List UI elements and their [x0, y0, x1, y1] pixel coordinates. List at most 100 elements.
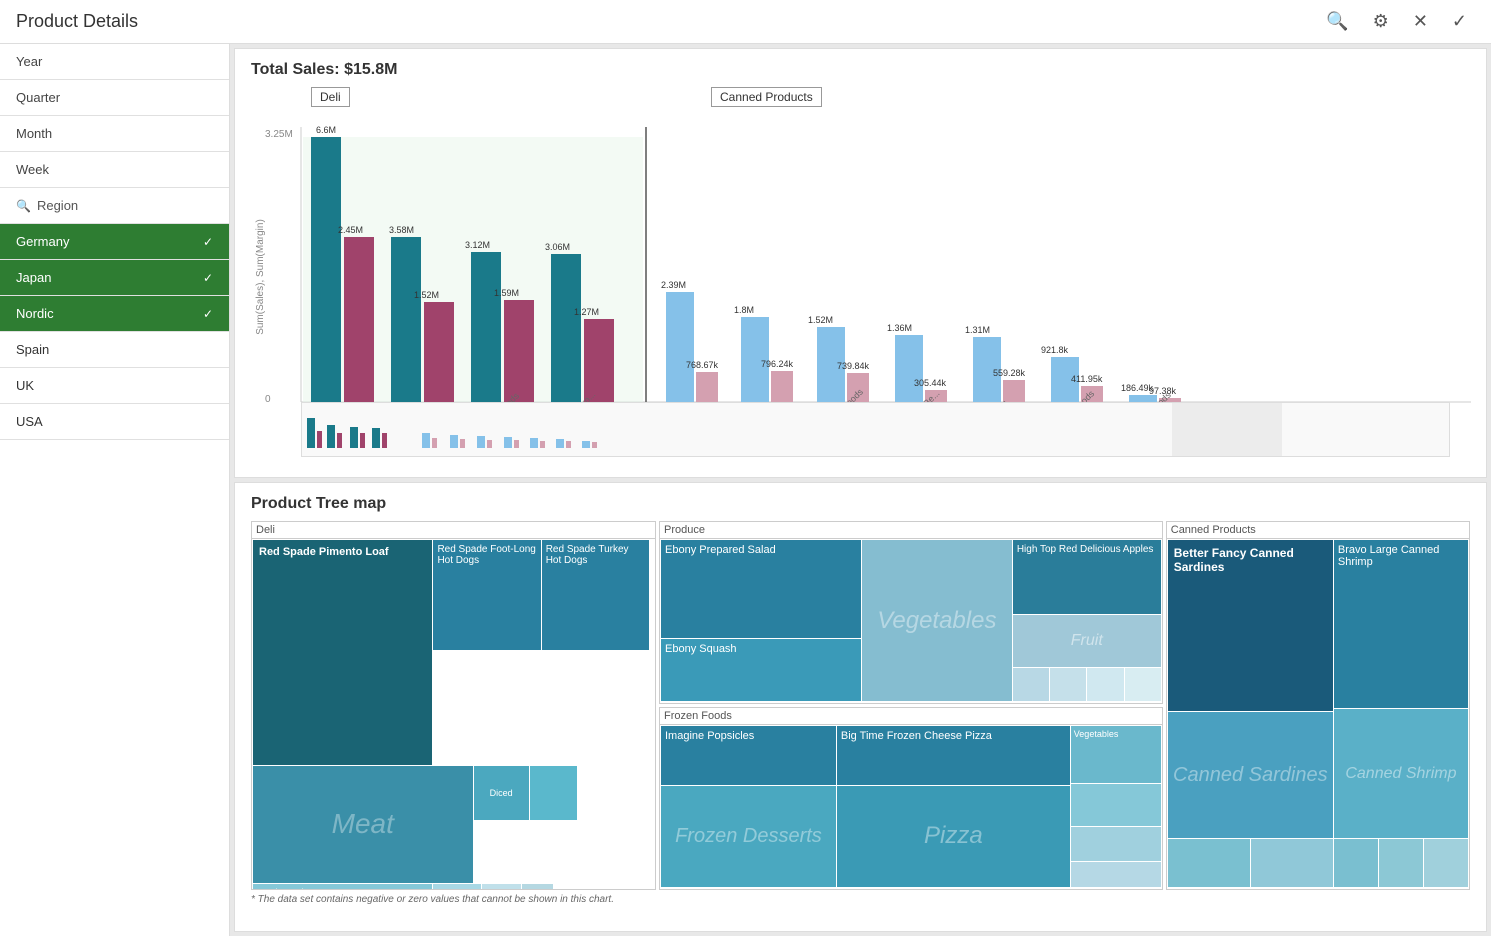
svg-text:305.44k: 305.44k — [914, 378, 947, 388]
filter-quarter[interactable]: Quarter — [0, 80, 229, 116]
page-title: Product Details — [16, 11, 138, 32]
svg-text:1.31M: 1.31M — [965, 325, 990, 335]
treemap-cell-shrimp[interactable]: Bravo Large Canned Shrimp — [1334, 540, 1468, 708]
settings-button[interactable]: ⚙ — [1365, 7, 1397, 36]
filter-week[interactable]: Week — [0, 152, 229, 188]
treemap-cell-cm1[interactable] — [1168, 839, 1250, 887]
treemap-cell-turkey[interactable]: Red Spade Turkey Hot Dogs — [542, 540, 649, 650]
region-uk[interactable]: UK — [0, 368, 229, 404]
bar-frozen-sales[interactable] — [471, 252, 501, 402]
treemap-cell-frozen-desserts[interactable]: Frozen Desserts — [661, 786, 836, 887]
bar-alcoholic-sales[interactable] — [895, 335, 923, 402]
close-button[interactable]: ✕ — [1405, 7, 1436, 36]
treemap-cell-mp1[interactable] — [1013, 668, 1049, 701]
treemap-cell-popsicles[interactable]: Imagine Popsicles — [661, 726, 836, 785]
svg-text:3.25M: 3.25M — [265, 129, 293, 140]
region-nordic-label: Nordic — [16, 306, 54, 321]
mini-chart-svg — [302, 403, 1449, 456]
treemap-cell-ebony-salad[interactable]: Ebony Prepared Salad — [661, 540, 861, 638]
treemap-produce-right: High Top Red Delicious Apples Fruit — [1013, 540, 1161, 701]
treemap-cell-mp4[interactable] — [1125, 668, 1161, 701]
treemap-cell-cr1[interactable] — [1334, 839, 1378, 887]
treemap-cell-footlong[interactable]: Red Spade Foot-Long Hot Dogs — [433, 540, 540, 650]
treemap-cell-mp3[interactable] — [1087, 668, 1123, 701]
treemap-frozen-inner: Imagine Popsicles Frozen Desserts Big Ti… — [660, 725, 1162, 888]
region-header: 🔍 Region — [0, 188, 229, 224]
region-nordic[interactable]: Nordic ✓ — [0, 296, 229, 332]
treemap-cell-hightop[interactable]: High Top Red Delicious Apples — [1013, 540, 1161, 614]
treemap-cell-pimento[interactable]: Red Spade Pimento Loaf — [253, 540, 432, 765]
region-uk-label: UK — [16, 378, 34, 393]
region-germany-label: Germany — [16, 234, 69, 249]
svg-text:3.06M: 3.06M — [545, 242, 570, 252]
mini-chart[interactable] — [301, 402, 1450, 457]
search-icon: 🔍 — [16, 199, 31, 213]
region-spain-label: Spain — [16, 342, 49, 357]
content: Total Sales: $15.8M Deli Canned Products… — [230, 44, 1491, 936]
treemap-cell-cm2[interactable] — [1251, 839, 1333, 887]
filter-month[interactable]: Month — [0, 116, 229, 152]
bar-produce-margin[interactable] — [424, 302, 454, 402]
treemap-cell-fruit[interactable]: Fruit — [1013, 615, 1161, 668]
region-japan[interactable]: Japan ✓ — [0, 260, 229, 296]
bar-dairy-sales[interactable] — [666, 292, 694, 402]
bar-produce-sales[interactable] — [391, 237, 421, 402]
treemap-cell-sm3[interactable] — [482, 884, 521, 890]
treemap-frozen-right: Big Time Frozen Cheese Pizza Pizza — [837, 726, 1070, 887]
treemap-deli-label: Deli — [252, 522, 655, 539]
treemap-cell-cr3[interactable] — [1424, 839, 1468, 887]
bar-frozen-margin[interactable] — [504, 300, 534, 402]
treemap-canned-inner: Better Fancy Canned Sardines Canned Sard… — [1167, 539, 1469, 888]
svg-text:2.39M: 2.39M — [661, 280, 686, 290]
treemap-cell-vegetables[interactable]: Vegetables — [862, 540, 1012, 701]
treemap-cell-fr2[interactable] — [1071, 827, 1161, 861]
svg-text:3.58M: 3.58M — [389, 225, 414, 235]
treemap-cell-canned-sardines[interactable]: Canned Sardines — [1168, 712, 1333, 839]
checkmark-nordic: ✓ — [203, 307, 213, 321]
svg-text:739.84k: 739.84k — [837, 361, 870, 371]
treemap-cell-sm2[interactable] — [433, 884, 480, 890]
region-germany[interactable]: Germany ✓ — [0, 224, 229, 260]
bar-baked-sales[interactable] — [1129, 395, 1157, 402]
treemap-cell-canned-shrimp[interactable]: Canned Shrimp — [1334, 709, 1468, 837]
treemap-canned-mini1 — [1168, 839, 1333, 887]
treemap-cell-small1[interactable] — [530, 766, 577, 821]
svg-text:6.6M: 6.6M — [316, 125, 336, 135]
treemap-canned-label: Canned Products — [1167, 522, 1469, 539]
bar-dairy-margin[interactable] — [696, 372, 718, 402]
treemap-cell-fr3[interactable] — [1071, 862, 1161, 887]
treemap-cell-pizza[interactable]: Pizza — [837, 786, 1070, 887]
filter-year[interactable]: Year — [0, 44, 229, 80]
svg-text:3.12M: 3.12M — [465, 240, 490, 250]
treemap-cell-sardines[interactable]: Better Fancy Canned Sardines — [1168, 540, 1333, 711]
treemap-cell-diced[interactable]: Diced — [474, 766, 529, 821]
treemap-cell-cheese-pizza[interactable]: Big Time Frozen Cheese Pizza — [837, 726, 1070, 785]
svg-text:1.27M: 1.27M — [574, 307, 599, 317]
region-label: Region — [37, 198, 78, 213]
sidebar: Year Quarter Month Week 🔍 Region Germany… — [0, 44, 230, 936]
treemap-cell-sm4[interactable] — [522, 884, 553, 890]
bar-canned-sales[interactable] — [551, 254, 581, 402]
svg-text:796.24k: 796.24k — [761, 359, 794, 369]
bar-deli-sales[interactable] — [311, 137, 341, 402]
treemap-cell-meat[interactable]: Meat — [253, 766, 473, 883]
treemap-deli-section: Deli Red Spade Pimento Loaf Red Spade Fo… — [251, 521, 656, 890]
treemap-cell-fr1[interactable] — [1071, 784, 1161, 826]
treemap-canned-right: Bravo Large Canned Shrimp Canned Shrimp — [1334, 540, 1468, 887]
region-usa[interactable]: USA — [0, 404, 229, 440]
bar-beverages-margin[interactable] — [1003, 380, 1025, 402]
confirm-button[interactable]: ✓ — [1444, 7, 1475, 36]
treemap-cell-ebony-squash[interactable]: Ebony Squash — [661, 639, 861, 701]
bar-deli-margin[interactable] — [344, 237, 374, 402]
treemap-cell-veg-frozen[interactable]: Vegetables — [1071, 726, 1161, 783]
bar-snacks-margin[interactable] — [771, 371, 793, 402]
treemap-cell-mp2[interactable] — [1050, 668, 1086, 701]
search-button[interactable]: 🔍 — [1318, 7, 1356, 36]
treemap-produce-section: Produce Ebony Prepared Salad Ebony Squas… — [659, 521, 1163, 704]
region-spain[interactable]: Spain — [0, 332, 229, 368]
treemap-cell-cr2[interactable] — [1379, 839, 1423, 887]
region-usa-label: USA — [16, 414, 43, 429]
bar-canned-margin[interactable] — [584, 319, 614, 402]
region-section: 🔍 Region Germany ✓ Japan ✓ Nordic ✓ Spai… — [0, 188, 229, 936]
treemap-cell-cutting[interactable]: Cutting Edge Foot-Long Hot Dogs — [253, 884, 432, 890]
